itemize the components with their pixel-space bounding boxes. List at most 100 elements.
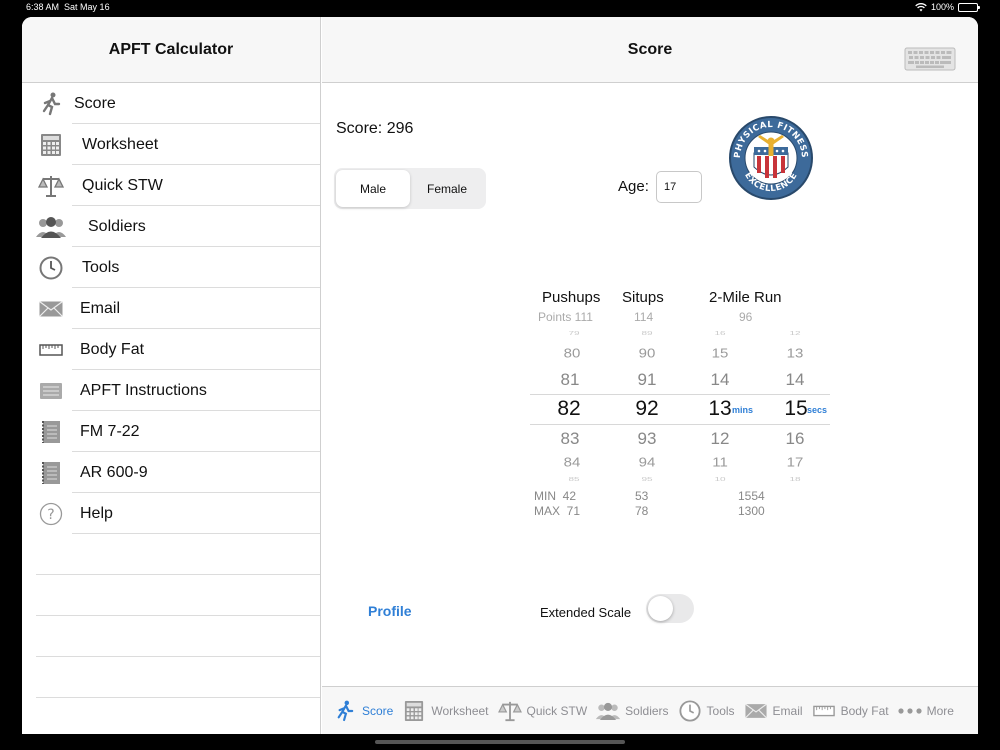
gender-female-option[interactable]: Female [410,170,484,207]
physical-fitness-excellence-badge: PHYSICAL FITNESS EXCELLENCE [729,116,813,200]
envelope-icon [743,699,769,723]
more-dots-icon [897,699,923,723]
run-points: 96 [739,310,753,324]
runner-icon [332,699,358,723]
tab-quick-stw[interactable]: Quick STW [497,699,588,723]
empty-row [22,616,320,657]
sidebar-item-fm-7-22[interactable]: FM 7-22 [22,411,320,452]
run-header: 2-Mile Run [709,289,782,306]
sidebar-title: APFT Calculator [22,17,320,83]
secs-unit: secs [807,405,828,415]
tab-email[interactable]: Email [743,699,803,723]
picker-value: 11 [712,455,728,470]
tab-more[interactable]: More [897,699,954,723]
sidebar-item-apft-instructions[interactable]: APFT Instructions [22,370,320,411]
pushups-max: MAX 71 [534,504,581,518]
pushups-min: MIN 42 [534,489,577,503]
picker-value: 79 [568,330,580,337]
sidebar-item-label: Score [74,94,116,112]
app-window: APFT Calculator Score Worksheet Quick ST… [22,17,978,734]
situps-max: 78 [635,504,649,518]
tab-score[interactable]: Score [332,699,393,723]
picker-value: 13 [708,397,732,420]
tab-label: Email [772,703,803,718]
picker-value: 13 [786,346,804,361]
wifi-icon [915,2,927,11]
picker-value: 83 [560,429,580,448]
calculator-icon [401,699,427,723]
picker-value: 16 [714,330,726,337]
detail-navbar: Score [322,17,978,83]
sidebar-item-tools[interactable]: Tools [22,247,320,288]
tab-bar: Score Worksheet Quick STW Soldiers Tools… [322,686,978,734]
sidebar-item-ar-600-9[interactable]: AR 600-9 [22,452,320,493]
run-max: 1300 [738,504,765,518]
extended-scale-toggle[interactable] [646,594,694,623]
sidebar-item-worksheet[interactable]: Worksheet [22,124,320,165]
sidebar-item-label: FM 7-22 [80,422,140,440]
age-field[interactable]: 17 [656,171,702,203]
group-icon [595,699,621,723]
runner-icon [34,90,68,118]
picker-value: 90 [638,346,656,361]
run-min: 1554 [738,489,765,503]
toggle-knob [648,596,673,621]
tape-measure-icon [34,336,68,364]
calculator-icon [34,131,68,159]
pushups-header: Pushups [542,289,601,306]
sidebar-item-quick-stw[interactable]: Quick STW [22,165,320,206]
keyboard-icon[interactable] [904,47,956,71]
gender-male-option[interactable]: Male [336,170,410,207]
sidebar-item-score[interactable]: Score [22,83,320,124]
tape-measure-icon [811,699,837,723]
picker-value: 82 [557,397,581,420]
sidebar-item-email[interactable]: Email [22,288,320,329]
svg-text:?: ? [47,507,54,523]
sidebar-item-help[interactable]: ? Help [22,493,320,534]
tab-body-fat[interactable]: Body Fat [811,699,889,723]
tab-label: Score [362,703,394,718]
sidebar-item-label: AR 600-9 [80,463,148,481]
picker-value: 12 [789,330,801,337]
picker-value: 12 [710,429,730,448]
sidebar-item-label: Soldiers [88,217,146,235]
score-value: Score: 296 [336,120,414,137]
sidebar-item-body-fat[interactable]: Body Fat [22,329,320,370]
sidebar: APFT Calculator Score Worksheet Quick ST… [22,17,321,734]
picker-value: 93 [637,429,657,448]
picker-value: 15 [784,397,808,420]
picker-value: 84 [563,455,581,470]
scale-icon [497,699,523,723]
battery-percent: 100% [930,2,954,12]
tab-label: Quick STW [526,703,588,718]
sidebar-item-soldiers[interactable]: Soldiers [22,206,320,247]
age-label: Age: [618,178,649,195]
picker-value: 94 [638,455,656,470]
profile-link[interactable]: Profile [368,603,412,619]
sidebar-item-label: Body Fat [80,340,145,358]
page-title: Score [627,40,673,58]
home-indicator [375,740,625,744]
picker-value: 80 [563,346,581,361]
sidebar-item-label: Help [80,504,113,522]
picker-value: 14 [710,370,730,389]
situps-header: Situps [622,289,664,306]
tab-soldiers[interactable]: Soldiers [595,699,669,723]
sidebar-item-label: Tools [82,258,120,276]
notebook-icon [34,459,68,487]
envelope-icon [34,295,68,323]
tab-tools[interactable]: Tools [677,699,735,723]
tab-label: Soldiers [625,703,669,718]
empty-row [22,657,320,698]
situps-min: 53 [635,489,649,503]
mins-unit: mins [732,405,754,415]
clock-icon [677,699,703,723]
clock-icon [34,254,68,282]
status-time: 6:38 AM Sat May 16 [26,2,110,12]
situps-points: 114 [634,310,654,324]
tab-worksheet[interactable]: Worksheet [401,699,489,723]
picker-value: 91 [637,370,657,389]
pushups-points: Points 111 [538,310,593,324]
empty-row [22,575,320,616]
picker-value: 85 [568,476,580,483]
